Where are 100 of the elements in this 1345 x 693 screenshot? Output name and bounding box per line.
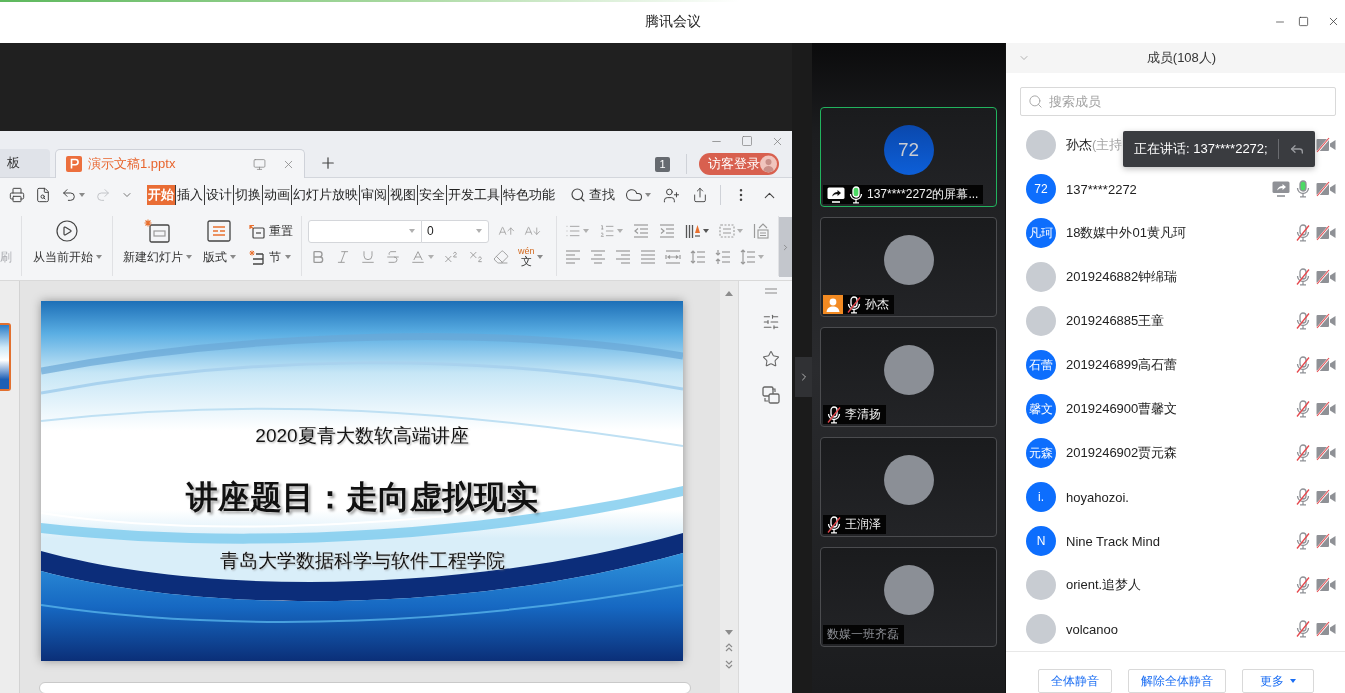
section-button[interactable]: 节 [249,244,293,270]
undo-icon[interactable] [61,187,77,203]
bold-icon[interactable] [310,249,326,265]
previous-page-icon[interactable] [725,642,733,652]
screen-share-icon[interactable] [1272,181,1290,197]
play-from-current-button[interactable]: 从当前开始 [22,218,112,270]
caret-icon[interactable] [703,229,709,233]
menu-tab[interactable]: 设计 [204,185,233,205]
footer-button[interactable]: 全体静音 [1037,669,1112,693]
font-color-icon[interactable] [410,249,426,265]
muted-microphone-icon[interactable] [827,405,841,424]
video-tile[interactable]: 李清扬 [820,327,997,427]
italic-icon[interactable] [335,249,351,265]
horizontal-scrollbar[interactable] [39,682,691,693]
share-icon[interactable] [692,187,708,203]
spacing-icon[interactable] [740,249,756,265]
cloud-icon[interactable] [625,186,643,204]
next-page-icon[interactable] [725,659,733,669]
paragraph-spacing-icon[interactable] [715,249,731,265]
subscript-icon[interactable] [468,249,484,265]
eraser-icon[interactable] [493,249,509,265]
monitor-icon[interactable] [253,157,266,171]
maximize-icon[interactable] [1298,16,1309,27]
indent-icon[interactable] [659,223,675,239]
outdent-icon[interactable] [633,223,649,239]
numbered-list-icon[interactable] [599,223,615,239]
align-center-icon[interactable] [590,249,606,265]
camera-off-icon[interactable] [1316,533,1336,549]
text-direction-icon[interactable] [685,223,701,239]
camera-off-icon[interactable] [1316,313,1336,329]
menu-tab[interactable]: 审阅 [359,185,388,205]
camera-off-icon[interactable] [1316,621,1336,637]
camera-off-icon[interactable] [1316,137,1336,153]
footer-button[interactable]: 解除全体静音 [1127,669,1226,693]
columns-icon[interactable] [719,223,735,239]
reset-button[interactable]: 重置 [249,218,293,244]
add-user-icon[interactable] [663,186,680,204]
search-field[interactable]: 搜索成员 [1020,87,1336,116]
new-slide-button[interactable]: 新建幻灯片 [121,218,193,270]
video-tile[interactable]: 王润泽 [820,437,997,537]
menu-tab[interactable]: 动画 [262,185,291,205]
bullet-list-icon[interactable] [565,223,581,239]
menu-tab[interactable]: 插入 [175,185,204,205]
muted-microphone-icon[interactable] [827,515,841,534]
caret-icon[interactable] [536,255,543,259]
distribute-icon[interactable] [665,249,681,265]
login-button[interactable]: 访客登录 [699,153,779,175]
menu-tab[interactable]: 特色功能 [501,185,556,205]
avatar-placeholder [883,235,934,285]
video-tile[interactable]: 数媒一班齐磊 [820,547,997,647]
menu-tab[interactable]: 安全 [417,185,446,205]
camera-off-icon[interactable] [1316,225,1336,241]
muted-microphone-icon[interactable] [847,295,861,314]
collapse-handle[interactable] [795,357,812,397]
align-right-icon[interactable] [615,249,631,265]
printer-icon[interactable] [9,187,25,203]
microphone-icon[interactable] [849,185,863,204]
underline-icon[interactable] [360,249,376,265]
panel-title: 成员(108人) [1146,49,1217,67]
camera-off-icon[interactable] [1316,357,1336,373]
text-box-align-icon[interactable] [753,223,769,239]
caret-icon[interactable] [645,193,651,197]
new-tab-icon[interactable] [319,154,337,172]
chevron-right-icon[interactable] [781,242,790,252]
layout-button[interactable]: 版式 [197,218,241,270]
superscript-icon[interactable] [443,249,459,265]
video-tile[interactable]: 72 137****2272的屏幕... [820,107,997,207]
avatar-placeholder [1026,130,1056,160]
strikethrough-icon[interactable] [385,249,401,265]
menu-tab[interactable]: 开发工具 [446,185,501,205]
justify-icon[interactable] [640,249,656,265]
menu-tab[interactable]: 幻灯片放映 [291,185,359,205]
document-search-icon[interactable] [35,187,51,203]
font-name-field[interactable] [308,219,422,243]
align-left-icon[interactable] [565,249,581,265]
scroll-up-icon[interactable] [725,291,733,296]
camera-off-icon[interactable] [1316,401,1336,417]
document-tab[interactable]: 板 [0,149,50,177]
maximize-icon[interactable] [741,135,753,147]
camera-off-icon[interactable] [1316,489,1336,505]
overlapping-squares-icon[interactable] [761,386,780,404]
footer-button[interactable]: 更多 [1241,669,1314,693]
menu-tab[interactable]: 视图 [388,185,417,205]
menu-tab[interactable]: 切换 [233,185,262,205]
camera-off-icon[interactable] [1316,181,1336,197]
sliders-icon[interactable] [761,313,780,331]
slide-thumbnail[interactable] [0,323,11,391]
find-button[interactable]: 查找 [570,186,615,204]
video-tile[interactable]: 孙杰 [820,217,997,317]
camera-off-icon[interactable] [1316,445,1336,461]
camera-off-icon[interactable] [1316,269,1336,285]
scroll-down-icon[interactable] [725,630,733,635]
phonetic-guide-button[interactable]: wén 文 [518,247,535,267]
close-icon[interactable] [1327,15,1340,28]
font-size-field[interactable]: 0 [421,219,489,243]
camera-off-icon[interactable] [1316,577,1336,593]
line-spacing-icon[interactable] [690,249,706,265]
vertical-scrollbar[interactable] [720,281,738,693]
caret-icon[interactable] [79,193,85,197]
star-icon[interactable] [761,350,780,368]
